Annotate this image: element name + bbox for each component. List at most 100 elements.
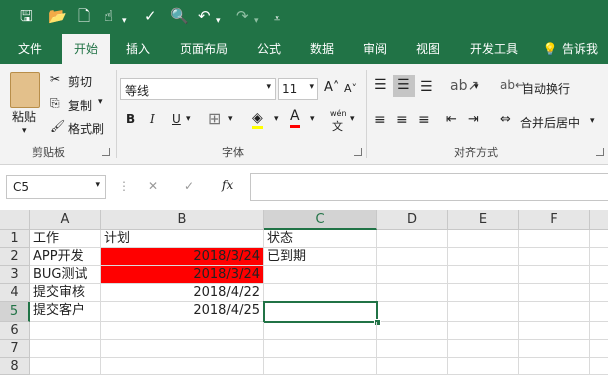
cell-a4[interactable]: 提交审核	[30, 284, 101, 302]
alignment-launcher-icon[interactable]	[596, 148, 604, 156]
name-box[interactable]: C5 ▾	[6, 175, 106, 199]
row-header-7[interactable]: 7	[0, 340, 30, 358]
insert-function-icon[interactable]: fx	[222, 178, 233, 192]
cell-g1[interactable]	[590, 230, 608, 248]
cell-c7[interactable]	[264, 340, 377, 358]
row-header-5[interactable]: 5	[0, 302, 30, 322]
cell-c1[interactable]: 状态	[264, 230, 377, 248]
cell-f1[interactable]	[519, 230, 590, 248]
bold-button[interactable]: B	[126, 112, 135, 126]
cell-g4[interactable]	[590, 284, 608, 302]
cell-e2[interactable]	[448, 248, 519, 266]
underline-dropdown-icon[interactable]: ▾	[186, 114, 191, 124]
tab-page-layout[interactable]: 页面布局	[172, 34, 236, 64]
cell-a5[interactable]: 提交客户	[30, 302, 101, 322]
print-preview-icon[interactable]: 🔍	[170, 7, 189, 25]
cell-d4[interactable]	[377, 284, 448, 302]
cell-d5[interactable]	[377, 302, 448, 322]
tab-insert[interactable]: 插入	[118, 34, 158, 64]
undo-icon[interactable]: ↶	[198, 7, 211, 25]
chevron-down-icon[interactable]: ▾	[122, 12, 127, 30]
cell-c8[interactable]	[264, 358, 377, 375]
cell-b4[interactable]: 2018/4/22	[101, 284, 264, 302]
cell-a3[interactable]: BUG测试	[30, 266, 101, 284]
cell-g7[interactable]	[590, 340, 608, 358]
align-bottom-icon[interactable]: ☰	[420, 80, 433, 94]
cell-b7[interactable]	[101, 340, 264, 358]
cell-f8[interactable]	[519, 358, 590, 375]
cell-c6[interactable]	[264, 322, 377, 340]
formula-input[interactable]	[250, 173, 608, 201]
format-painter-button[interactable]: 格式刷	[68, 120, 104, 137]
cell-c4[interactable]	[264, 284, 377, 302]
paste-dropdown-icon[interactable]: ▾	[22, 126, 27, 136]
row-header-4[interactable]: 4	[0, 284, 30, 302]
chevron-down-icon[interactable]: ▾	[95, 180, 100, 190]
new-file-icon[interactable]: 🗋	[78, 7, 90, 25]
wrap-text-button[interactable]: 自动换行	[522, 80, 570, 97]
cell-b5[interactable]: 2018/4/25	[101, 302, 264, 322]
cell-d2[interactable]	[377, 248, 448, 266]
chevron-down-icon[interactable]: ▾	[309, 82, 314, 92]
paste-icon[interactable]	[10, 72, 40, 108]
cell-e5[interactable]	[448, 302, 519, 322]
orientation-dropdown-icon[interactable]: ▾	[474, 82, 479, 92]
open-icon[interactable]: 📂	[48, 7, 67, 25]
cell-e8[interactable]	[448, 358, 519, 375]
cell-g5[interactable]	[590, 302, 608, 322]
cell-g2[interactable]	[590, 248, 608, 266]
decrease-indent-icon[interactable]: ⇤	[446, 112, 457, 127]
cell-f6[interactable]	[519, 322, 590, 340]
cell-e7[interactable]	[448, 340, 519, 358]
tab-developer[interactable]: 开发工具	[462, 34, 526, 64]
phonetic-dropdown-icon[interactable]: ▾	[350, 114, 355, 124]
cell-c3[interactable]	[264, 266, 377, 284]
increase-indent-icon[interactable]: ⇥	[468, 112, 479, 127]
enter-icon[interactable]: ✓	[184, 179, 194, 193]
cell-c2[interactable]: 已到期	[264, 248, 377, 266]
font-color-dropdown-icon[interactable]: ▾	[310, 114, 315, 124]
borders-icon[interactable]: ⊞	[208, 109, 221, 128]
copy-button[interactable]: 复制	[68, 97, 92, 114]
column-header-d[interactable]: D	[377, 210, 448, 230]
cell-f5[interactable]	[519, 302, 590, 322]
column-header-c[interactable]: C	[264, 210, 377, 230]
column-header-f[interactable]: F	[519, 210, 590, 230]
tab-view[interactable]: 视图	[408, 34, 448, 64]
align-right-icon[interactable]: ≡	[418, 112, 430, 128]
cell-b6[interactable]	[101, 322, 264, 340]
fill-color-dropdown-icon[interactable]: ▾	[274, 114, 279, 124]
customize-qat-icon[interactable]: ⩡	[274, 10, 280, 28]
tab-file[interactable]: 文件	[8, 34, 52, 64]
merge-center-button[interactable]: 合并后居中	[520, 114, 580, 131]
cell-f3[interactable]	[519, 266, 590, 284]
row-header-3[interactable]: 3	[0, 266, 30, 284]
cell-e3[interactable]	[448, 266, 519, 284]
cell-d6[interactable]	[377, 322, 448, 340]
cell-d7[interactable]	[377, 340, 448, 358]
undo-dropdown-icon[interactable]: ▾	[216, 12, 221, 30]
font-name-select[interactable]: 等线 ▾	[120, 78, 276, 100]
merge-dropdown-icon[interactable]: ▾	[590, 116, 595, 126]
cell-b1[interactable]: 计划	[101, 230, 264, 248]
increase-font-icon[interactable]: A˄	[324, 80, 339, 95]
cell-f2[interactable]	[519, 248, 590, 266]
cell-e6[interactable]	[448, 322, 519, 340]
cut-button[interactable]: 剪切	[68, 73, 92, 90]
tab-data[interactable]: 数据	[302, 34, 342, 64]
column-header-b[interactable]: B	[101, 210, 264, 230]
align-middle-icon[interactable]: ☰	[397, 78, 410, 92]
cell-a1[interactable]: 工作	[30, 230, 101, 248]
cell-g3[interactable]	[590, 266, 608, 284]
save-icon[interactable]: 🖫	[20, 7, 33, 25]
font-size-select[interactable]: 11 ▾	[278, 78, 318, 100]
select-all-corner[interactable]	[0, 210, 30, 230]
align-left-icon[interactable]: ≡	[374, 112, 386, 128]
font-launcher-icon[interactable]	[354, 148, 362, 156]
fill-color-icon[interactable]: ◈	[252, 110, 263, 129]
row-header-2[interactable]: 2	[0, 248, 30, 266]
chevron-down-icon[interactable]: ▾	[266, 82, 271, 92]
redo-dropdown-icon[interactable]: ▾	[254, 12, 259, 30]
decrease-font-icon[interactable]: A˅	[344, 82, 357, 95]
cell-b8[interactable]	[101, 358, 264, 375]
